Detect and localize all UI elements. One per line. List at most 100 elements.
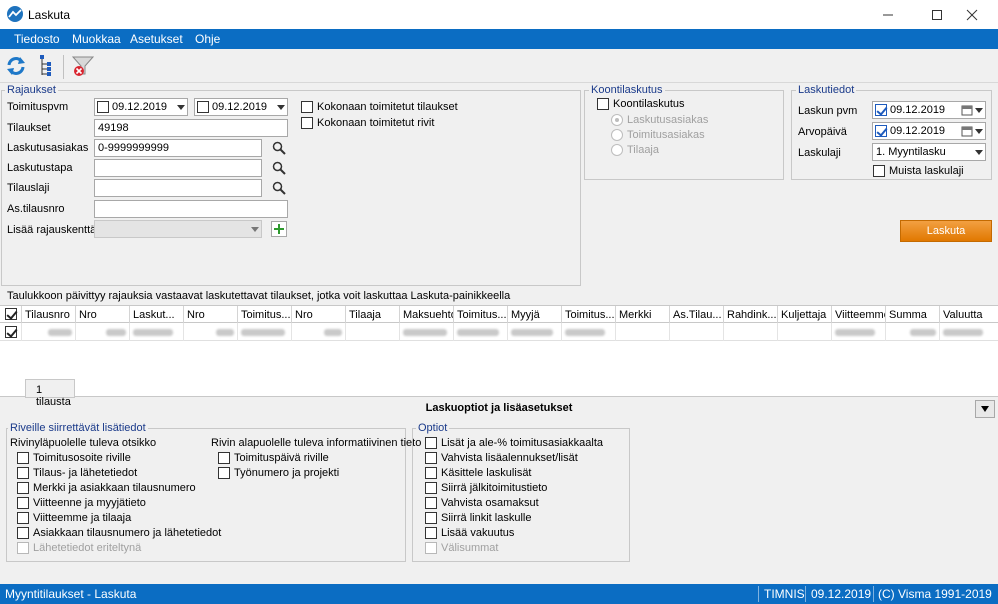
riveille-title: Riveille siirrettävät lisätiedot: [8, 422, 148, 434]
laskuta-button[interactable]: Laskuta: [900, 220, 992, 242]
col-header[interactable]: Merkki: [616, 306, 670, 323]
redacted-cell: [22, 323, 76, 341]
tilaukset-label: Tilaukset: [7, 122, 51, 134]
kokonaan-rivit-checkbox[interactable]: [301, 117, 313, 129]
search-icon[interactable]: [272, 141, 286, 155]
close-button[interactable]: [950, 0, 994, 29]
row-checkbox[interactable]: [5, 326, 17, 338]
above-checkbox-4[interactable]: [17, 512, 29, 524]
col-header[interactable]: Nro: [76, 306, 130, 323]
col-header[interactable]: Toimitus...: [238, 306, 292, 323]
optiot-checkbox-5[interactable]: [425, 512, 437, 524]
date-to-field[interactable]: 09.12.2019: [194, 98, 288, 116]
optiot-checkbox-2[interactable]: [425, 467, 437, 479]
refresh-button[interactable]: [3, 53, 29, 79]
arvopaiva-checkbox[interactable]: [875, 125, 887, 137]
kokonaan-tilaukset-checkbox[interactable]: [301, 101, 313, 113]
radio-laskutusasiakas[interactable]: [611, 114, 623, 126]
astilausnro-input[interactable]: [94, 200, 288, 218]
tilauslaji-input[interactable]: [94, 179, 262, 197]
col-header[interactable]: Nro: [292, 306, 346, 323]
laskutustapa-input[interactable]: [94, 159, 262, 177]
toolbar: [0, 49, 998, 83]
optiot-checkbox-3[interactable]: [425, 482, 437, 494]
col-header[interactable]: Kuljettaja: [778, 306, 832, 323]
koontilaskutus-checkbox[interactable]: [597, 98, 609, 110]
col-header[interactable]: As.Tilau...: [670, 306, 724, 323]
menu-tiedosto[interactable]: Tiedosto: [14, 32, 60, 46]
lisaa-rajauskentta-select[interactable]: [94, 220, 262, 238]
laskun-pvm-field[interactable]: 09.12.2019: [872, 101, 986, 119]
search-icon[interactable]: [272, 181, 286, 195]
col-header[interactable]: Rahdink...: [724, 306, 778, 323]
status-left: Myyntitilaukset - Laskuta: [5, 587, 137, 601]
calendar-icon[interactable]: [961, 125, 973, 137]
laskulaji-select[interactable]: 1. Myyntilasku: [872, 143, 986, 161]
chevron-down-icon: [975, 108, 983, 113]
below-label-0: Toimituspäivä riville: [234, 452, 329, 464]
col-header[interactable]: Valuutta: [940, 306, 998, 323]
laskun-pvm-checkbox[interactable]: [875, 104, 887, 116]
above-checkbox-5[interactable]: [17, 527, 29, 539]
col-header[interactable]: Tilaaja: [346, 306, 400, 323]
table-row[interactable]: [0, 323, 998, 341]
lisaa-rajauskentta-label: Lisää rajauskenttä: [7, 224, 97, 236]
below-checkbox-1[interactable]: [218, 467, 230, 479]
radio-tilaaja[interactable]: [611, 144, 623, 156]
optiot-checkbox-6[interactable]: [425, 527, 437, 539]
above-label-2: Merkki ja asiakkaan tilausnumero: [33, 482, 196, 494]
menu-muokkaa[interactable]: Muokkaa: [72, 32, 121, 46]
clear-filter-button[interactable]: [70, 53, 96, 79]
add-field-button[interactable]: [271, 221, 287, 237]
radio-toimitusasiakas-label: Toimitusasiakas: [627, 129, 705, 141]
search-icon[interactable]: [272, 161, 286, 175]
optiot-checkbox-4[interactable]: [425, 497, 437, 509]
tree-view-button[interactable]: [32, 53, 58, 79]
col-header[interactable]: Toimitus...: [454, 306, 508, 323]
tilaukset-input[interactable]: 49198: [94, 119, 288, 137]
above-title: Rivinyläpuolelle tuleva otsikko: [10, 437, 157, 449]
above-checkbox-3[interactable]: [17, 497, 29, 509]
col-header[interactable]: Maksuehto: [400, 306, 454, 323]
options-header: Laskuoptiot ja lisäasetukset: [0, 399, 998, 419]
redacted-cell: [238, 323, 292, 341]
rajaukset-group: [1, 90, 581, 286]
date-from-field[interactable]: 09.12.2019: [94, 98, 188, 116]
grid-header: Tilausnro Nro Laskut... Nro Toimitus... …: [0, 306, 998, 323]
above-checkbox-2[interactable]: [17, 482, 29, 494]
optiot-label-2: Käsittele laskulisät: [441, 467, 532, 479]
arvopaiva-field[interactable]: 09.12.2019: [872, 122, 986, 140]
below-checkbox-0[interactable]: [218, 452, 230, 464]
calendar-icon[interactable]: [961, 104, 973, 116]
col-header[interactable]: Nro: [184, 306, 238, 323]
optiot-checkbox-7[interactable]: [425, 542, 437, 554]
col-header[interactable]: Myyjä: [508, 306, 562, 323]
col-header[interactable]: Summa: [886, 306, 940, 323]
above-checkbox-1[interactable]: [17, 467, 29, 479]
radio-toimitusasiakas[interactable]: [611, 129, 623, 141]
laskutusasiakas-input[interactable]: 0-9999999999: [94, 139, 262, 157]
above-label-6: Lähetetiedot eriteltynä: [33, 542, 142, 554]
col-header[interactable]: Tilausnro: [22, 306, 76, 323]
optiot-checkbox-1[interactable]: [425, 452, 437, 464]
date-to-checkbox[interactable]: [197, 101, 209, 113]
col-header[interactable]: Laskut...: [130, 306, 184, 323]
muista-laskulaji-checkbox[interactable]: [873, 165, 885, 177]
collapse-options-button[interactable]: [975, 400, 995, 418]
kokonaan-rivit-label: Kokonaan toimitetut rivit: [317, 117, 435, 129]
col-header[interactable]: Viitteemme: [832, 306, 886, 323]
menu-ohje[interactable]: Ohje: [195, 32, 220, 46]
redacted-cell: [508, 323, 562, 341]
above-label-3: Viitteenne ja myyjätieto: [33, 497, 146, 509]
col-header[interactable]: Toimitus...: [562, 306, 616, 323]
redacted-cell: [76, 323, 130, 341]
above-checkbox-0[interactable]: [17, 452, 29, 464]
select-all-checkbox-cell[interactable]: [0, 306, 22, 323]
date-from-checkbox[interactable]: [97, 101, 109, 113]
menu-asetukset[interactable]: Asetukset: [130, 32, 183, 46]
orders-grid: Tilausnro Nro Laskut... Nro Toimitus... …: [0, 305, 998, 408]
optiot-checkbox-0[interactable]: [425, 437, 437, 449]
select-all-checkbox[interactable]: [5, 308, 17, 320]
above-checkbox-6[interactable]: [17, 542, 29, 554]
minimize-button[interactable]: [866, 0, 910, 29]
